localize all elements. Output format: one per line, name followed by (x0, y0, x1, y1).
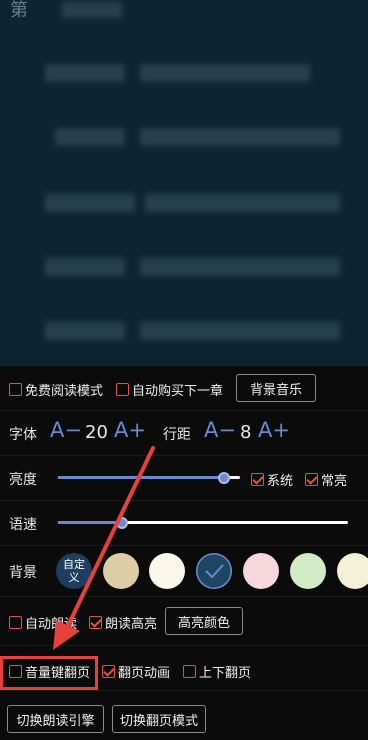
always-on-option[interactable]: 常亮 (305, 470, 347, 489)
system-brightness-label: 系统 (267, 474, 294, 489)
auto-buy-next-label: 自动购买下一章 (132, 384, 224, 399)
auto-buy-next-checkbox[interactable] (116, 383, 129, 396)
mode-row: 免费阅读模式 自动购买下一章 背景音乐 (0, 366, 368, 411)
blurred-text-line (140, 258, 340, 276)
blurred-text-line (55, 128, 125, 146)
blurred-title (62, 2, 122, 18)
speech-rate-label: 语速 (9, 517, 37, 533)
brightness-label: 亮度 (9, 472, 37, 488)
blurred-text-line (45, 322, 125, 340)
read-highlight-checkbox[interactable] (89, 616, 102, 629)
line-spacing-decrease-button[interactable]: A− (204, 418, 236, 442)
brightness-row: 亮度 系统 常亮 (0, 456, 368, 501)
blurred-text-line (140, 64, 310, 82)
blurred-text-line (145, 194, 340, 212)
read-aloud-row: 自动朗读 朗读高亮 高亮颜色 (0, 597, 368, 646)
background-swatch-tan[interactable] (103, 553, 139, 589)
vertical-page-turn-label: 上下翻页 (199, 666, 252, 681)
brightness-knob[interactable] (217, 472, 230, 484)
background-swatch-dark-blue[interactable] (196, 553, 232, 589)
free-read-mode-checkbox[interactable] (9, 383, 22, 396)
switch-tts-engine-button[interactable]: 切换朗读引擎 (7, 705, 104, 733)
brightness-fill (58, 476, 224, 479)
font-increase-button[interactable]: A+ (114, 418, 146, 442)
read-highlight-label: 朗读高亮 (105, 617, 158, 632)
font-label: 字体 (9, 427, 37, 443)
custom-background-label: 自定义 (63, 558, 85, 584)
line-spacing-increase-button[interactable]: A+ (258, 418, 290, 442)
vertical-page-turn-checkbox[interactable] (183, 665, 196, 678)
auto-buy-next-option[interactable]: 自动购买下一章 (116, 380, 223, 399)
background-row: 背景 自定义 (0, 546, 368, 597)
switch-page-mode-button[interactable]: 切换翻页模式 (112, 705, 206, 733)
free-read-mode-label: 免费阅读模式 (25, 384, 104, 399)
blurred-text-line (140, 128, 340, 146)
background-swatch-pink[interactable] (243, 553, 279, 589)
background-swatch-green[interactable] (290, 553, 326, 589)
line-spacing-label: 行距 (163, 427, 191, 443)
speech-rate-row: 语速 (0, 501, 368, 546)
background-label: 背景 (9, 565, 37, 581)
background-swatch-cream[interactable] (149, 553, 185, 589)
annotation-highlight-box (0, 656, 98, 690)
highlight-color-button[interactable]: 高亮颜色 (165, 607, 243, 635)
page-turn-animation-option[interactable]: 翻页动画 (102, 662, 170, 681)
chapter-title: 第 (10, 0, 28, 21)
auto-read-label: 自动朗读 (25, 617, 78, 632)
always-on-checkbox[interactable] (305, 473, 318, 486)
background-swatches: 自定义 (56, 553, 368, 589)
blurred-text-line (140, 322, 340, 340)
blurred-text-line (45, 64, 125, 82)
custom-background-swatch[interactable]: 自定义 (56, 553, 92, 589)
font-row: 字体 A− 20 A+ 行距 A− 8 A+ (0, 411, 368, 456)
selected-check-icon (205, 564, 224, 579)
font-decrease-button[interactable]: A− (50, 418, 82, 442)
vertical-page-turn-option[interactable]: 上下翻页 (183, 662, 251, 681)
auto-read-option[interactable]: 自动朗读 (9, 613, 77, 632)
read-highlight-option[interactable]: 朗读高亮 (89, 613, 157, 632)
blurred-text-line (45, 258, 125, 276)
background-music-button[interactable]: 背景音乐 (236, 374, 316, 402)
free-read-mode-option[interactable]: 免费阅读模式 (9, 380, 103, 399)
system-brightness-option[interactable]: 系统 (251, 470, 293, 489)
page-turn-animation-label: 翻页动画 (118, 666, 171, 681)
speech-rate-fill (58, 521, 122, 524)
font-size-value: 20 (85, 422, 108, 443)
page-turn-animation-checkbox[interactable] (102, 665, 115, 678)
speech-rate-knob[interactable] (115, 517, 128, 529)
reader-content-area[interactable]: 第 (0, 0, 368, 366)
speech-rate-slider[interactable] (58, 517, 348, 529)
brightness-slider[interactable] (58, 472, 240, 484)
blurred-text-line (45, 194, 135, 212)
auto-read-checkbox[interactable] (9, 616, 22, 629)
always-on-label: 常亮 (321, 474, 348, 489)
background-swatch-light-yellow[interactable] (337, 553, 368, 589)
line-spacing-value: 8 (240, 422, 252, 443)
system-brightness-checkbox[interactable] (251, 473, 264, 486)
